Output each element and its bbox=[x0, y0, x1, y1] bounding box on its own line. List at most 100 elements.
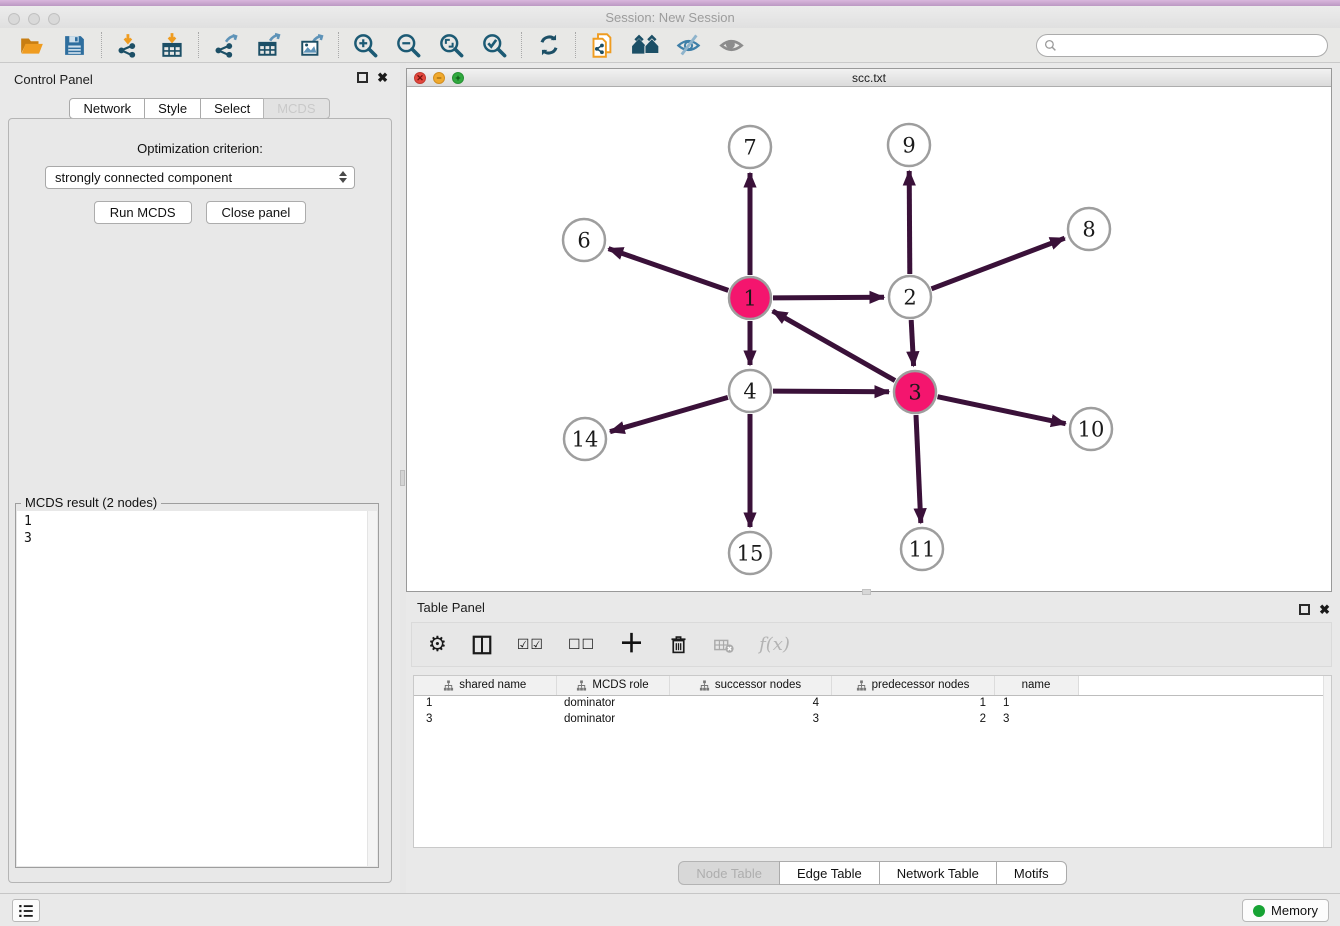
mcds-panel: Optimization criterion: strongly connect… bbox=[8, 118, 392, 883]
zoom-out-button[interactable] bbox=[387, 30, 430, 60]
graph-node-label: 7 bbox=[743, 136, 756, 160]
column-header-predecessor-nodes[interactable]: predecessor nodes bbox=[831, 676, 994, 695]
import-table-button[interactable] bbox=[150, 30, 193, 60]
table-cell[interactable]: 1 bbox=[414, 695, 556, 711]
zoom-fit-button[interactable] bbox=[430, 30, 473, 60]
toolbar-separator bbox=[338, 32, 339, 58]
zoom-selected-button[interactable] bbox=[473, 30, 516, 60]
refresh-button[interactable] bbox=[527, 30, 570, 60]
graph-node-label: 10 bbox=[1078, 418, 1105, 442]
table-settings-button[interactable]: ⚙ bbox=[428, 634, 447, 655]
network-window-titlebar[interactable]: ✕ − + scc.txt bbox=[407, 69, 1331, 87]
table-row[interactable]: 3dominator323 bbox=[414, 711, 1331, 727]
mac-titlebar: Session: New Session bbox=[0, 6, 1340, 28]
zoom-in-button[interactable] bbox=[344, 30, 387, 60]
export-image-button[interactable] bbox=[290, 30, 333, 60]
float-panel-icon[interactable] bbox=[1299, 604, 1310, 615]
graph-edge-3-1[interactable] bbox=[773, 311, 895, 381]
mcds-button-row: Run MCDS Close panel bbox=[9, 201, 391, 224]
search-box[interactable] bbox=[1036, 34, 1328, 57]
tab-network-table[interactable]: Network Table bbox=[879, 861, 997, 885]
table-cell[interactable]: dominator bbox=[556, 711, 669, 727]
table-cell[interactable]: 4 bbox=[669, 695, 831, 711]
graph-edge-2-8[interactable] bbox=[932, 238, 1065, 289]
graph-edge-3-11[interactable] bbox=[916, 415, 921, 523]
show-hidden-button[interactable] bbox=[710, 30, 753, 60]
main-toolbar bbox=[0, 28, 1340, 63]
graph-edge-2-9[interactable] bbox=[909, 171, 910, 274]
tab-network[interactable]: Network bbox=[69, 98, 145, 119]
create-column-button[interactable]: ＋ bbox=[619, 632, 644, 657]
network-view-window: ✕ − + scc.txt 7968124314101511 bbox=[406, 68, 1332, 592]
column-header-name[interactable]: name bbox=[994, 676, 1078, 695]
close-panel-button[interactable]: Close panel bbox=[206, 201, 307, 224]
graph-node-label: 4 bbox=[743, 380, 756, 404]
tab-mcds[interactable]: MCDS bbox=[263, 98, 329, 119]
task-history-button[interactable] bbox=[12, 899, 40, 922]
tab-style[interactable]: Style bbox=[144, 98, 201, 119]
close-panel-icon[interactable]: ✖ bbox=[1319, 604, 1330, 615]
control-panel: Control Panel ✖ Network Style Select MCD… bbox=[0, 63, 400, 893]
vertical-splitter-handle[interactable] bbox=[400, 470, 405, 486]
tab-edge-table[interactable]: Edge Table bbox=[779, 861, 880, 885]
optimization-criterion-select[interactable]: strongly connected component bbox=[45, 166, 355, 189]
table-cell[interactable]: 3 bbox=[669, 711, 831, 727]
home-button[interactable] bbox=[624, 30, 667, 60]
close-panel-icon[interactable]: ✖ bbox=[377, 72, 388, 83]
graph-node-label: 11 bbox=[909, 538, 936, 562]
tab-node-table[interactable]: Node Table bbox=[678, 861, 780, 885]
run-mcds-button[interactable]: Run MCDS bbox=[94, 201, 192, 224]
gear-icon: ⚙ bbox=[428, 634, 447, 655]
graph-edge-1-2[interactable] bbox=[773, 297, 884, 298]
network-window-title: scc.txt bbox=[407, 71, 1331, 85]
open-session-button[interactable] bbox=[10, 30, 53, 60]
export-table-button[interactable] bbox=[247, 30, 290, 60]
search-input[interactable] bbox=[1062, 38, 1320, 52]
column-header-shared-name[interactable]: shared name bbox=[414, 676, 556, 695]
mcds-result-text[interactable]: 1 3 bbox=[17, 511, 367, 866]
graph-edge-2-3[interactable] bbox=[911, 320, 913, 366]
table-cell[interactable]: 3 bbox=[994, 711, 1078, 727]
export-table-icon bbox=[256, 32, 282, 58]
import-network-button[interactable] bbox=[107, 30, 150, 60]
export-network-button[interactable] bbox=[204, 30, 247, 60]
tab-select[interactable]: Select bbox=[200, 98, 264, 119]
network-canvas[interactable]: 7968124314101511 bbox=[407, 88, 1331, 591]
graph-node-label: 9 bbox=[902, 134, 915, 158]
delete-column-button[interactable] bbox=[668, 634, 689, 655]
column-header-successor-nodes[interactable]: successor nodes bbox=[669, 676, 831, 695]
trash-icon bbox=[668, 634, 689, 655]
hide-selected-button[interactable] bbox=[667, 30, 710, 60]
deselect-all-rows-button[interactable]: ☐☐ bbox=[568, 636, 595, 653]
delete-table-button[interactable] bbox=[713, 634, 735, 656]
mcds-result-scrollbar[interactable] bbox=[367, 511, 377, 866]
graph-edge-4-14[interactable] bbox=[610, 397, 728, 431]
save-session-button[interactable] bbox=[53, 30, 96, 60]
graph-node-label: 15 bbox=[737, 542, 764, 566]
graph-edge-1-6[interactable] bbox=[609, 249, 729, 291]
graph-edge-4-3[interactable] bbox=[773, 391, 889, 392]
table-cell[interactable]: 1 bbox=[831, 695, 994, 711]
graph-node-label: 2 bbox=[903, 286, 916, 310]
table-panel: Table Panel ✖ ⚙ ☑☑ ☐☐ ＋ bbox=[406, 595, 1340, 890]
memory-button[interactable]: Memory bbox=[1242, 899, 1329, 922]
checked-boxes-icon: ☑☑ bbox=[517, 636, 544, 653]
table-toolbar: ⚙ ☑☑ ☐☐ ＋ bbox=[411, 622, 1332, 667]
select-all-rows-button[interactable]: ☑☑ bbox=[517, 636, 544, 653]
function-builder-button[interactable]: f(x) bbox=[759, 634, 790, 655]
tab-motifs[interactable]: Motifs bbox=[996, 861, 1067, 885]
table-cell[interactable]: 3 bbox=[414, 711, 556, 727]
float-panel-icon[interactable] bbox=[357, 72, 368, 83]
table-cell[interactable]: 2 bbox=[831, 711, 994, 727]
panel-layout-button[interactable] bbox=[471, 634, 493, 656]
hierarchy-icon bbox=[856, 680, 867, 691]
graph-edge-3-10[interactable] bbox=[938, 397, 1066, 424]
control-panel-buttons: ✖ bbox=[357, 72, 388, 83]
table-row[interactable]: 1dominator411 bbox=[414, 695, 1331, 711]
table-cell[interactable]: 1 bbox=[994, 695, 1078, 711]
column-header-mcds-role[interactable]: MCDS role bbox=[556, 676, 669, 695]
split-columns-icon bbox=[471, 634, 493, 656]
network-from-selection-button[interactable] bbox=[581, 30, 624, 60]
table-cell[interactable]: dominator bbox=[556, 695, 669, 711]
table-scrollbar[interactable] bbox=[1323, 676, 1331, 847]
